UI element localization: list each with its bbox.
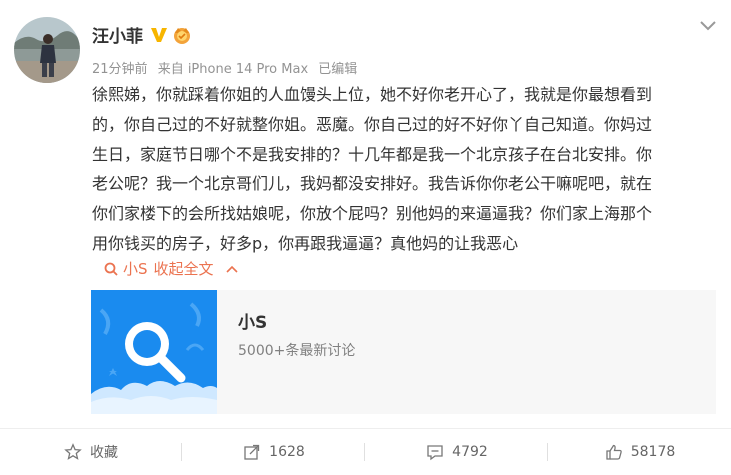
collapse-button[interactable]: 收起全文 <box>154 258 214 279</box>
post-line: 你们家楼下的会所找姑娘呢，你放个屁吗？别他妈的来逼逼我？你们家上海那个 <box>92 204 653 224</box>
repost-icon <box>244 444 260 460</box>
star-icon <box>64 443 82 460</box>
avatar[interactable] <box>14 17 80 83</box>
search-icon <box>104 262 118 276</box>
post-line: 生日，家庭节日哪个不是我安排的？十几年都是我一个北京孩子在台北安排。你 <box>92 144 653 164</box>
chevron-up-icon[interactable] <box>225 265 238 273</box>
topic-row: 小S 收起全文 <box>104 258 238 279</box>
separator <box>181 443 182 461</box>
chevron-down-icon[interactable] <box>698 18 718 34</box>
post-line: 老公呢？我一个北京哥们儿，我妈都没安排好。我告诉你你老公干嘛呢吧，就在 <box>92 174 653 194</box>
comment-button[interactable]: 4792 <box>366 429 548 475</box>
crown-badge-icon[interactable] <box>171 24 193 46</box>
action-bar: 收藏 1628 4792 58178 <box>0 429 731 475</box>
favorite-label: 收藏 <box>90 445 118 461</box>
favorite-button[interactable]: 收藏 <box>0 429 182 475</box>
comment-count: 4792 <box>452 444 488 460</box>
edited-label[interactable]: 已编辑 <box>318 62 357 77</box>
separator <box>364 443 365 461</box>
like-count: 58178 <box>630 444 676 460</box>
topic-card[interactable]: 小S 5000+条最新讨论 <box>91 290 716 414</box>
post-time[interactable]: 21分钟前 <box>92 62 148 77</box>
post-line: 的，你自己过的不好就整你姐。恶魔。你自己过的好不好你丫自己知道。你妈过 <box>92 114 653 134</box>
like-button[interactable]: 58178 <box>549 429 731 475</box>
author-name[interactable]: 汪小菲 <box>92 22 143 47</box>
post-line: 徐熙娣，你就踩着你姐的人血馒头上位，她不好你老开心了，我就是你最想看到 <box>92 85 653 104</box>
post-body: 徐熙娣，你就踩着你姐的人血馒头上位，她不好你老开心了，我就是你最想看到 的，你自… <box>92 80 722 259</box>
topic-card-title: 小S <box>238 313 268 333</box>
topic-link[interactable]: 小S <box>123 258 148 279</box>
topic-card-subtitle: 5000+条最新讨论 <box>238 343 356 359</box>
post-meta: 21分钟前 来自 iPhone 14 Pro Max 已编辑 <box>92 58 363 77</box>
repost-button[interactable]: 1628 <box>183 429 365 475</box>
post-line: 用你钱买的房子，好多p，你再跟我逼逼？真他妈的让我恶心 <box>92 233 519 253</box>
separator <box>547 443 548 461</box>
repost-count: 1628 <box>269 444 305 460</box>
post-source: 来自 iPhone 14 Pro Max <box>157 62 309 77</box>
topic-card-thumbnail <box>91 290 217 414</box>
thumbs-up-icon <box>606 444 622 460</box>
comment-icon <box>427 445 443 461</box>
verified-v-icon <box>151 28 167 42</box>
